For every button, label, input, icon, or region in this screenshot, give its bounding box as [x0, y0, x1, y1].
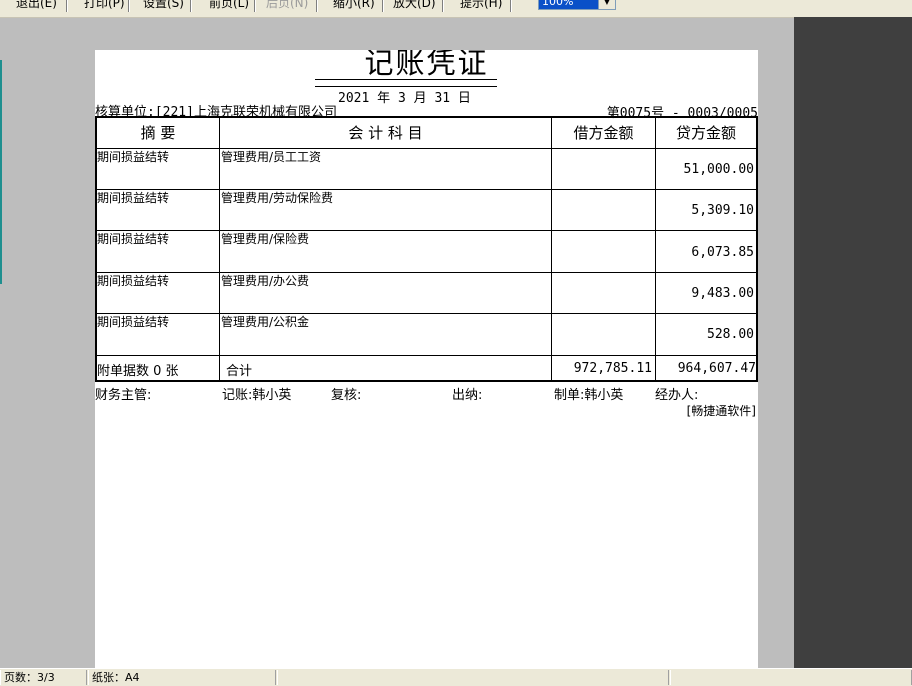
voucher-table: 摘 要 会 计 科 目 借方金额 贷方金额 期间损益结转 管理费用/员工工资 5… [95, 116, 758, 382]
total-label: 合计 [226, 364, 253, 379]
left-edge-strip [0, 60, 2, 284]
zoom-out-button[interactable]: 缩小(R) [333, 0, 375, 12]
software-brand: [畅捷通软件] [686, 404, 756, 418]
row-credit: 9,483.00 [691, 286, 754, 301]
voucher-date: 2021 年 3 月 31 日 [338, 91, 471, 106]
column-divider [219, 118, 220, 380]
toolbar-separator [382, 0, 384, 12]
zoom-in-button[interactable]: 放大(D) [393, 0, 436, 12]
row-divider [97, 355, 756, 356]
attachments-count: 附单据数 0 张 [97, 364, 179, 379]
row-summary: 期间损益结转 [97, 191, 170, 205]
row-summary: 期间损益结转 [97, 274, 170, 288]
exit-button[interactable]: 退出(E) [16, 0, 57, 12]
row-account: 管理费用/劳动保险费 [221, 191, 334, 205]
reviewer-label: 复核: [331, 388, 362, 403]
row-divider [97, 313, 756, 314]
row-summary: 期间损益结转 [97, 315, 170, 329]
header-account: 会 计 科 目 [348, 124, 423, 142]
status-empty-cell [670, 670, 912, 685]
column-divider [655, 118, 656, 380]
hint-button[interactable]: 提示(H) [460, 0, 502, 12]
voucher-page: 记账凭证 2021 年 3 月 31 日 核算单位:[221]上海克联荣机械有限… [95, 50, 758, 668]
row-divider [97, 272, 756, 273]
page-count: 页数：3/3 [0, 670, 87, 685]
header-debit: 借方金额 [573, 124, 634, 142]
bookkeeper-label: 记账:韩小英 [222, 388, 292, 403]
header-summary: 摘 要 [140, 124, 176, 142]
finance-manager-label: 财务主管: [95, 388, 152, 403]
title-double-rule [315, 79, 497, 87]
header-credit: 贷方金额 [675, 124, 736, 142]
status-bar: 页数：3/3 纸张：A4 [0, 668, 912, 686]
toolbar-separator [190, 0, 192, 12]
voucher-title: 记账凭证 [364, 50, 489, 77]
toolbar-separator [128, 0, 130, 12]
toolbar-separator [442, 0, 444, 12]
toolbar-separator [510, 0, 512, 12]
cashier-label: 出纳: [452, 388, 483, 403]
row-divider [97, 230, 756, 231]
toolbar-separator [316, 0, 318, 12]
row-credit: 6,073.85 [691, 245, 754, 260]
debit-total: 972,785.11 [573, 361, 652, 376]
preview-background-pane [794, 17, 912, 668]
chevron-down-icon[interactable]: ▼ [598, 0, 616, 10]
row-divider [97, 148, 756, 149]
prev-page-button[interactable]: 前页(L) [209, 0, 249, 12]
row-credit: 5,309.10 [691, 203, 754, 218]
zoom-select[interactable]: 100% [538, 0, 601, 10]
row-summary: 期间损益结转 [97, 232, 170, 246]
toolbar: 退出(E) 打印(P) 设置(S) 前页(L) 后页(N) 缩小(R) 放大(D… [0, 0, 912, 18]
status-empty-cell [277, 670, 669, 685]
row-divider [97, 189, 756, 190]
column-divider [551, 118, 552, 380]
row-credit: 51,000.00 [683, 162, 754, 177]
row-account: 管理费用/办公费 [221, 274, 310, 288]
row-account: 管理费用/员工工资 [221, 150, 322, 164]
print-button[interactable]: 打印(P) [84, 0, 125, 12]
credit-total: 964,607.47 [677, 361, 756, 376]
settings-button[interactable]: 设置(S) [143, 0, 184, 12]
row-account: 管理费用/保险费 [221, 232, 310, 246]
row-summary: 期间损益结转 [97, 150, 170, 164]
paper-size: 纸张：A4 [88, 670, 276, 685]
toolbar-separator [66, 0, 68, 12]
handler-label: 经办人: [655, 388, 699, 403]
next-page-button[interactable]: 后页(N) [266, 0, 308, 12]
row-credit: 528.00 [707, 327, 754, 342]
toolbar-separator [254, 0, 256, 12]
preparer-label: 制单:韩小英 [554, 388, 624, 403]
row-account: 管理费用/公积金 [221, 315, 310, 329]
